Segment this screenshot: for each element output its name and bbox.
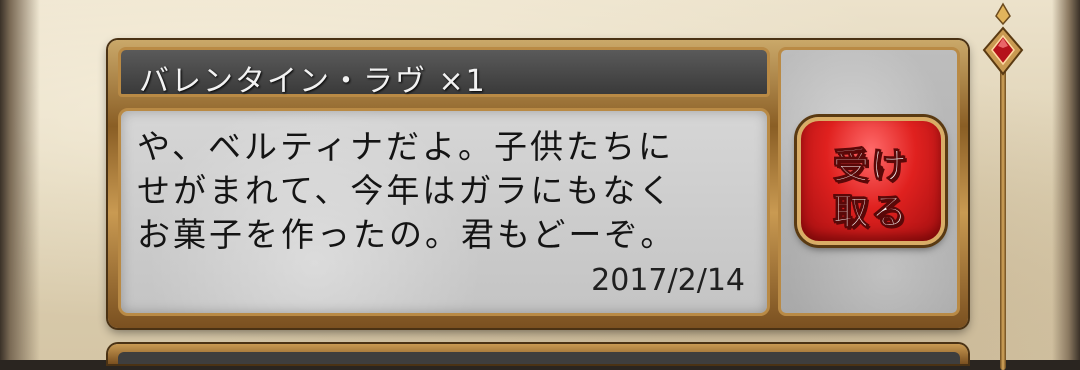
receive-button-label-bottom: 取る <box>832 192 909 234</box>
gift-title: バレンタイン・ラヴ ×1 <box>139 64 487 99</box>
gift-message-box: や、ベルティナだよ。子供たちに せがまれて、今年はガラにもなく お菓子を作ったの… <box>118 108 770 316</box>
receive-button[interactable]: 受け 取る <box>797 117 945 245</box>
parchment-edge-right <box>1052 0 1080 360</box>
gift-message-line: せがまれて、今年はガラにもなく <box>137 171 675 210</box>
gift-message-line: や、ベルティナだよ。子供たちに <box>137 127 675 166</box>
scroll-rail[interactable] <box>1000 40 1006 370</box>
gift-date: 2017/2/14 <box>591 263 745 298</box>
diamond-gem-icon[interactable] <box>980 2 1026 82</box>
parchment-edge-left <box>0 0 40 360</box>
receive-button-label-top: 受け <box>832 146 909 188</box>
gift-message-line: お菓子を作ったの。君もどーぞ。 <box>137 215 677 254</box>
next-gift-title-bar <box>118 352 960 364</box>
gift-title-bar: バレンタイン・ラヴ ×1 <box>118 47 770 99</box>
gift-message: や、ベルティナだよ。子供たちに せがまれて、今年はガラにもなく お菓子を作ったの… <box>137 125 676 257</box>
